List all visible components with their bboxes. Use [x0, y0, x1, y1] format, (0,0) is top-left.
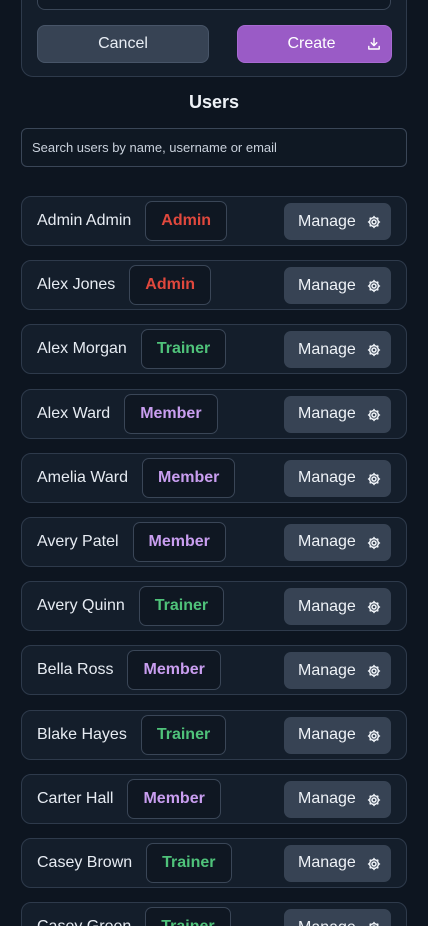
gear-icon [367, 344, 381, 357]
user-name: Casey Brown [37, 853, 133, 871]
role-badge: Member [127, 650, 221, 691]
manage-button-label: Manage [298, 276, 356, 294]
manage-button-label: Manage [298, 790, 356, 808]
gear-icon [367, 280, 381, 293]
manage-button-label: Manage [298, 919, 356, 926]
user-row: Bella Ross Member Manage [21, 645, 407, 696]
user-row: Alex Ward Member Manage [21, 388, 407, 439]
manage-button-label: Manage [298, 212, 356, 230]
role-badge: Trainer [146, 842, 232, 883]
manage-user-button[interactable]: Manage [284, 331, 391, 369]
gear-icon [367, 793, 381, 806]
manage-user-button[interactable]: Manage [284, 716, 391, 754]
gear-icon [367, 601, 381, 614]
manage-user-button[interactable]: Manage [284, 459, 391, 497]
download-icon [368, 37, 380, 50]
manage-user-button[interactable]: Manage [284, 844, 391, 882]
user-list: Admin Admin Admin Manage Alex Jones Admin Man… [21, 196, 407, 926]
user-name: Alex Ward [37, 404, 111, 422]
manage-button-label: Manage [298, 854, 356, 872]
role-badge: Trainer [138, 586, 225, 627]
manage-user-button[interactable]: Manage [284, 523, 391, 561]
gear-icon [367, 665, 381, 678]
manage-user-button[interactable]: Manage [284, 780, 391, 818]
manage-button-label: Manage [298, 597, 356, 615]
manage-button-label: Manage [298, 405, 356, 423]
user-row: Blake Hayes Trainer Manage [21, 709, 407, 760]
role-badge: Admin [145, 201, 228, 241]
user-name: Avery Quinn [37, 597, 125, 615]
user-row: Avery Quinn Trainer Manage [21, 581, 407, 632]
user-row: Amelia Ward Member Manage [21, 452, 407, 503]
gear-icon [367, 472, 381, 485]
create-button[interactable]: Create [237, 25, 392, 63]
manage-user-button[interactable]: Manage [284, 909, 391, 926]
users-section-title: Users [188, 92, 240, 112]
role-badge: Member [127, 778, 221, 819]
manage-button-label: Manage [298, 533, 356, 551]
manage-user-button[interactable]: Manage [284, 267, 391, 305]
user-row: Alex Morgan Trainer Manage [21, 324, 407, 375]
cancel-button[interactable]: Cancel [37, 25, 209, 63]
gear-icon [367, 536, 381, 550]
cancel-button-label: Cancel [98, 35, 148, 52]
user-name: Casey Green [37, 918, 131, 926]
role-badge: Member [124, 393, 218, 434]
admin-users-page: Cancel Create Users Admin Admin Admin Mana… [0, 0, 428, 926]
role-badge: Member [141, 457, 236, 498]
user-name: Avery Patel [37, 532, 119, 550]
role-badge: Trainer [140, 329, 227, 370]
role-badge: Admin [129, 265, 212, 306]
user-row: Admin Admin Admin Manage [21, 196, 407, 246]
manage-user-button[interactable]: Manage [284, 588, 391, 626]
gear-icon [369, 921, 379, 926]
gear-icon [367, 215, 381, 229]
user-search-input[interactable] [21, 128, 407, 167]
user-row: Casey Brown Trainer Manage [21, 837, 407, 888]
create-user-card: Cancel Create [21, 0, 407, 77]
manage-button-label: Manage [298, 340, 356, 358]
user-row: Alex Jones Admin Manage [21, 260, 407, 311]
user-row: Carter Hall Member Manage [21, 773, 407, 824]
gear-icon [367, 408, 381, 421]
user-name: Bella Ross [37, 661, 114, 679]
role-badge: Member [132, 521, 226, 562]
user-name: Carter Hall [37, 789, 114, 807]
manage-user-button[interactable]: Manage [284, 652, 391, 690]
user-name: Blake Hayes [37, 725, 127, 743]
user-row: Avery Patel Member Manage [21, 516, 407, 567]
gear-icon [367, 729, 381, 742]
manage-user-button[interactable]: Manage [284, 395, 391, 433]
manage-button-label: Manage [298, 469, 356, 487]
user-name: Amelia Ward [37, 468, 128, 486]
gear-icon [367, 857, 381, 870]
role-badge: Trainer [140, 714, 227, 755]
user-name: Alex Morgan [37, 340, 127, 358]
manage-button-label: Manage [298, 661, 356, 679]
manage-user-button[interactable]: Manage [284, 203, 391, 240]
create-form-input[interactable] [37, 0, 391, 10]
user-name: Alex Jones [37, 276, 116, 294]
create-button-label: Create [287, 35, 336, 52]
user-name: Admin Admin [37, 212, 132, 229]
role-badge: Trainer [145, 907, 231, 926]
user-row: Casey Green Trainer Manage [21, 902, 407, 926]
manage-button-label: Manage [298, 726, 356, 743]
